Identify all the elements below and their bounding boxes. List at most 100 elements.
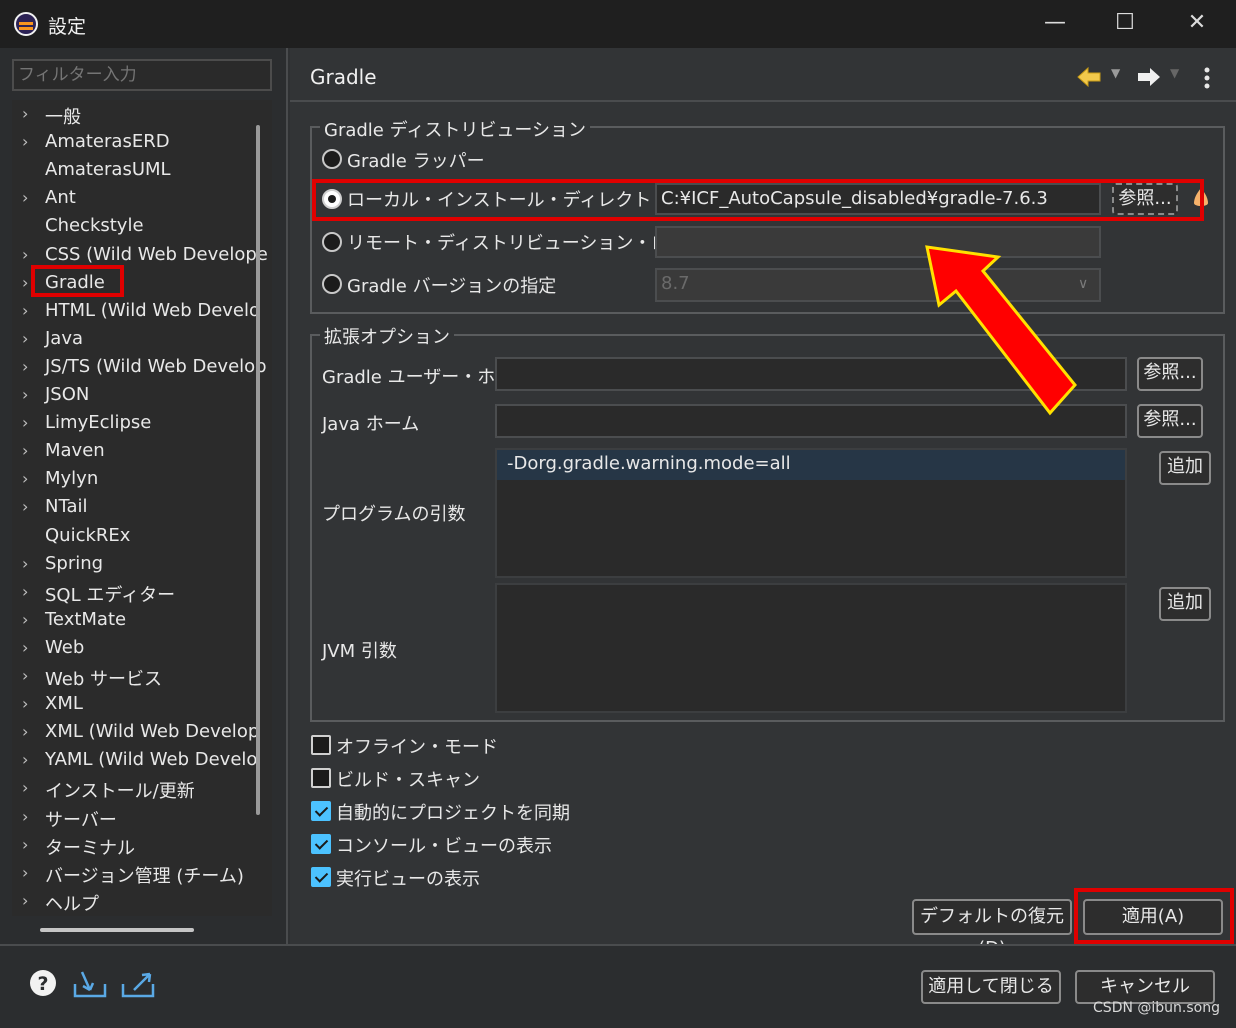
import-icon[interactable]	[72, 968, 108, 1000]
header-separator	[290, 100, 1236, 102]
tree-item[interactable]: › ターミナル	[12, 833, 258, 861]
tree-item-label: LimyEclipse	[45, 412, 152, 434]
tree-vertical-scrollbar[interactable]	[256, 125, 260, 815]
tree-item[interactable]: › TextMate	[12, 608, 258, 636]
show-console-view-label: コンソール・ビューの表示	[336, 836, 552, 857]
radio-remote-distribution[interactable]	[322, 232, 342, 252]
tree-item[interactable]: › 一般	[12, 102, 258, 130]
chevron-right-icon[interactable]: ›	[22, 357, 28, 376]
export-icon[interactable]	[120, 968, 156, 1000]
tree-item[interactable]: › XML (Wild Web Develop	[12, 720, 259, 748]
tree-item[interactable]: › NTail	[12, 495, 258, 523]
chevron-right-icon[interactable]: ›	[22, 750, 28, 769]
tree-item[interactable]: › Spring	[12, 552, 258, 580]
tree-item-label: AmaterasERD	[45, 131, 170, 153]
tree-item-label: バージョン管理 (チーム)	[45, 865, 244, 887]
tree-item[interactable]: › Web	[12, 636, 258, 664]
filter-input[interactable]	[12, 59, 272, 91]
forward-dropdown-icon[interactable]: ▼	[1170, 66, 1179, 80]
tree-item[interactable]: › JSON	[12, 383, 258, 411]
chevron-right-icon[interactable]: ›	[22, 722, 28, 741]
tree-item-label: Ant	[45, 187, 76, 209]
radio-gradle-wrapper[interactable]	[322, 149, 342, 169]
tree-item[interactable]: QuickREx	[12, 524, 258, 552]
arrow-left-icon[interactable]	[1076, 65, 1102, 89]
show-executions-view-checkbox[interactable]	[311, 867, 331, 887]
tree-horizontal-scrollbar[interactable]	[40, 928, 194, 932]
chevron-right-icon[interactable]: ›	[22, 441, 28, 460]
tree-item-label: ターミナル	[45, 837, 135, 859]
tree-item-label: Web サービス	[45, 669, 162, 690]
back-dropdown-icon[interactable]: ▼	[1111, 66, 1120, 80]
chevron-right-icon[interactable]: ›	[22, 835, 28, 854]
chevron-right-icon[interactable]: ›	[22, 863, 28, 882]
tree-item[interactable]: › ヘルプ	[12, 889, 258, 917]
chevron-right-icon[interactable]: ›	[22, 329, 28, 348]
chevron-right-icon[interactable]: ›	[22, 638, 28, 657]
show-console-view-checkbox[interactable]	[311, 834, 331, 854]
chevron-right-icon[interactable]: ›	[22, 245, 28, 264]
tree-item[interactable]: › Ant	[12, 186, 258, 214]
browse-user-home-button[interactable]: 参照...	[1137, 357, 1203, 391]
tree-item[interactable]: › HTML (Wild Web Develo	[12, 299, 261, 327]
title-bar: 設定 — ☐ ✕	[0, 0, 1236, 48]
tree-item-label: Checkstyle	[45, 215, 144, 237]
chevron-right-icon[interactable]: ›	[22, 497, 28, 516]
chevron-right-icon[interactable]: ›	[22, 807, 28, 826]
chevron-right-icon[interactable]: ›	[22, 582, 28, 601]
distribution-legend: Gradle ディストリビューション	[320, 116, 590, 142]
chevron-right-icon[interactable]: ›	[22, 469, 28, 488]
chevron-right-icon[interactable]: ›	[22, 891, 28, 910]
annotation-arrow	[925, 245, 1077, 416]
eclipse-app-icon	[14, 12, 38, 36]
offline-mode-checkbox[interactable]	[311, 735, 331, 755]
minimize-button[interactable]: —	[1032, 8, 1078, 40]
program-args-list[interactable]: -Dorg.gradle.warning.mode=all	[495, 448, 1127, 578]
chevron-right-icon[interactable]: ›	[22, 132, 28, 151]
radio-specific-version[interactable]	[322, 274, 342, 294]
chevron-right-icon[interactable]: ›	[22, 778, 28, 797]
maximize-button[interactable]: ☐	[1102, 8, 1148, 40]
tree-item[interactable]: › サーバー	[12, 805, 258, 833]
chevron-right-icon[interactable]: ›	[22, 694, 28, 713]
tree-item[interactable]: › Java	[12, 327, 258, 355]
auto-sync-checkbox[interactable]	[311, 801, 331, 821]
chevron-right-icon[interactable]: ›	[22, 385, 28, 404]
list-item[interactable]: -Dorg.gradle.warning.mode=all	[497, 450, 1125, 480]
chevron-right-icon[interactable]: ›	[22, 666, 28, 685]
add-jvm-arg-button[interactable]: 追加	[1159, 587, 1211, 621]
browse-java-home-button[interactable]: 参照...	[1137, 404, 1203, 438]
tree-item[interactable]: › XML	[12, 692, 258, 720]
chevron-right-icon[interactable]: ›	[22, 610, 28, 629]
tree-item[interactable]: › YAML (Wild Web Develo	[12, 748, 258, 776]
chevron-right-icon[interactable]: ›	[22, 301, 28, 320]
tree-item-label: HTML (Wild Web Develo	[45, 299, 261, 321]
tree-item[interactable]: › インストール/更新	[12, 776, 258, 804]
build-scans-checkbox[interactable]	[311, 768, 331, 788]
chevron-right-icon[interactable]: ›	[22, 413, 28, 432]
tree-item-label: Spring	[45, 552, 104, 574]
more-vertical-icon[interactable]	[1200, 66, 1214, 90]
close-button[interactable]: ✕	[1174, 8, 1220, 40]
tree-item[interactable]: › Web サービス	[12, 664, 258, 692]
restore-defaults-button[interactable]: デフォルトの復元(D)	[912, 899, 1072, 959]
chevron-right-icon[interactable]: ›	[22, 554, 28, 573]
apply-and-close-button[interactable]: 適用して閉じる	[921, 970, 1061, 1004]
chevron-right-icon[interactable]: ›	[22, 104, 28, 123]
tree-item[interactable]: › LimyEclipse	[12, 411, 258, 439]
jvm-args-list[interactable]	[495, 583, 1127, 713]
add-program-arg-button[interactable]: 追加	[1159, 451, 1211, 485]
chevron-right-icon[interactable]: ›	[22, 188, 28, 207]
help-icon[interactable]: ?	[28, 968, 58, 998]
tree-item[interactable]: › Mylyn	[12, 467, 258, 495]
tree-item[interactable]: › バージョン管理 (チーム)	[12, 861, 258, 889]
tree-item[interactable]: › SQL エディター	[12, 580, 258, 608]
chevron-right-icon[interactable]: ›	[22, 273, 28, 292]
tree-item[interactable]: › AmaterasERD	[12, 130, 258, 158]
tree-item[interactable]: Checkstyle	[12, 214, 258, 242]
arrow-right-icon[interactable]	[1136, 65, 1162, 89]
tree-item[interactable]: AmaterasUML	[12, 158, 258, 186]
tree-item[interactable]: › Maven	[12, 439, 258, 467]
cancel-button[interactable]: キャンセル	[1075, 970, 1215, 1004]
tree-item[interactable]: › JS/TS (Wild Web Develop	[12, 355, 267, 383]
